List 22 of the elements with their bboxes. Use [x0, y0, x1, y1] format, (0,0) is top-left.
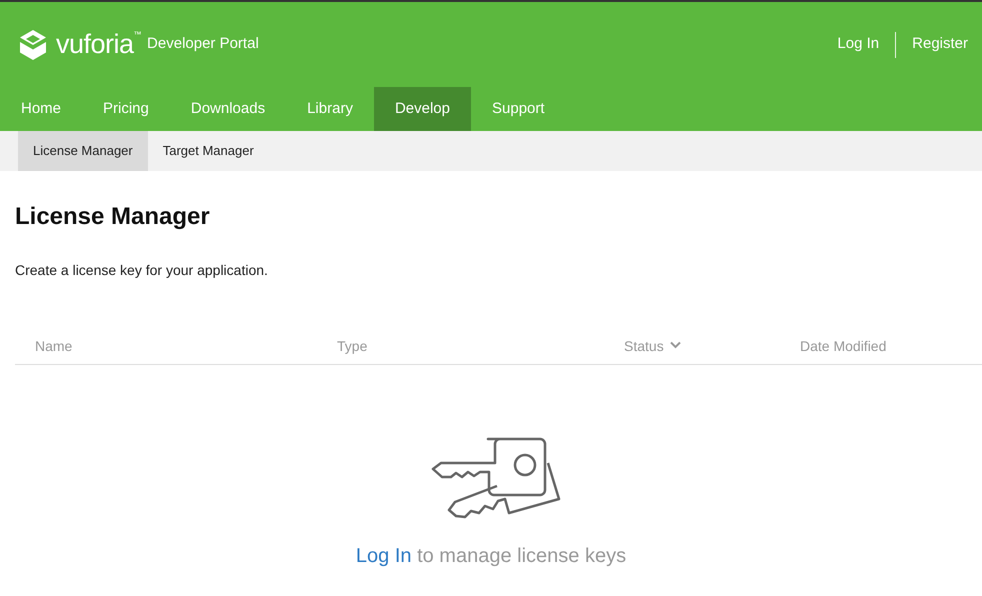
nav-tab[interactable]: Downloads [170, 87, 286, 131]
subnav-tab[interactable]: Target Manager [148, 131, 269, 171]
chevron-down-icon[interactable] [670, 340, 681, 349]
brand-name: vuforia™ [56, 31, 142, 58]
login-link[interactable]: Log In [837, 33, 880, 56]
column-header[interactable]: Type [337, 336, 368, 357]
nav-tab[interactable]: Support [471, 87, 566, 131]
column-header[interactable]: Status [624, 336, 664, 357]
column-header[interactable]: Name [35, 336, 72, 357]
register-link[interactable]: Register [912, 33, 968, 56]
subnav-tab[interactable]: License Manager [18, 131, 148, 171]
logo-icon [18, 28, 48, 60]
nav-tab[interactable]: Develop [374, 87, 471, 131]
column-header[interactable]: Date Modified [800, 336, 886, 357]
nav-tab[interactable]: Home [0, 87, 82, 131]
login-link[interactable]: Log In [356, 544, 412, 567]
nav-tab[interactable]: Pricing [82, 87, 170, 131]
description: Create a license key for your application. [15, 260, 269, 280]
nav-tab[interactable]: Library [286, 87, 374, 131]
portal-title: Developer Portal [147, 34, 259, 54]
page-title: License Manager [15, 203, 211, 232]
login-prompt: Log In to manage license keys [356, 544, 626, 569]
